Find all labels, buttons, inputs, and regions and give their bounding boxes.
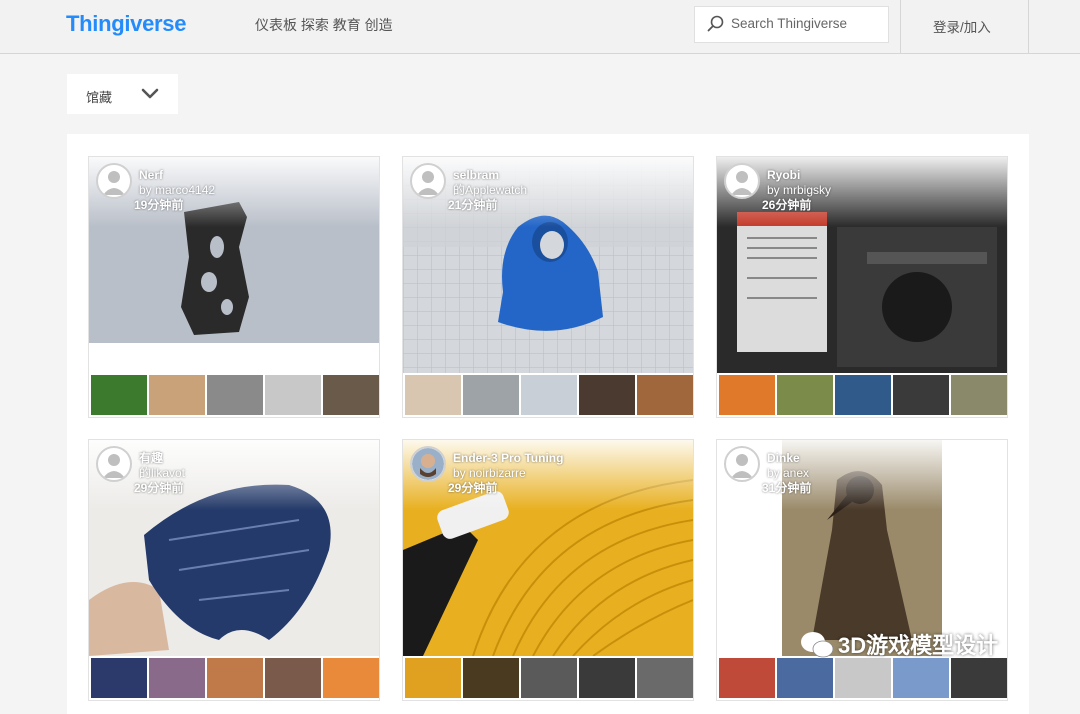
wechat-icon xyxy=(801,632,834,658)
collection-time: 29分钟前 xyxy=(134,481,184,495)
thumbnail[interactable] xyxy=(719,375,775,415)
thumbnail[interactable] xyxy=(323,375,379,415)
thumbnail[interactable] xyxy=(91,658,147,698)
header-divider xyxy=(1028,0,1029,53)
thumbnail[interactable] xyxy=(637,375,693,415)
search-icon xyxy=(707,15,724,32)
collection-meta: Ryobi by mrbigsky 26分钟前 xyxy=(762,168,831,213)
main-nav[interactable]: 仪表板 探索 教育 创造 xyxy=(255,15,393,35)
collection-card[interactable]: Ryobi by mrbigsky 26分钟前 xyxy=(716,156,1008,418)
collection-owner[interactable]: by anex xyxy=(767,466,811,481)
thumbnail[interactable] xyxy=(893,375,949,415)
collection-meta: Dinke by anex 31分钟前 xyxy=(762,451,811,496)
collection-owner[interactable]: by noirbizarre xyxy=(453,466,563,481)
collection-card[interactable]: Ender-3 Pro Tuning by noirbizarre 29分钟前 xyxy=(402,439,694,701)
collection-time: 21分钟前 xyxy=(448,198,498,212)
collection-meta: Nerf by marco4142 19分钟前 xyxy=(134,168,215,213)
collection-title[interactable]: 有趣 xyxy=(139,451,185,466)
collection-title[interactable]: Ender-3 Pro Tuning xyxy=(453,451,563,466)
collection-time: 26分钟前 xyxy=(762,198,812,212)
thumbnail[interactable] xyxy=(405,375,461,415)
collection-owner[interactable]: by marco4142 xyxy=(139,183,215,198)
thumbnail[interactable] xyxy=(265,658,321,698)
thumbnail[interactable] xyxy=(893,658,949,698)
collection-card[interactable]: Dinke by anex 31分钟前 xyxy=(716,439,1008,701)
user-avatar[interactable] xyxy=(96,446,132,482)
collection-title[interactable]: Nerf xyxy=(139,168,215,183)
thumbnail[interactable] xyxy=(207,658,263,698)
collection-meta: selbram 的Applewatch 21分钟前 xyxy=(448,168,527,213)
watermark-text: 3D游戏模型设计 xyxy=(838,633,999,658)
thumbnail[interactable] xyxy=(637,658,693,698)
thumbnail[interactable] xyxy=(579,375,635,415)
header-divider xyxy=(900,0,901,53)
collection-meta: Ender-3 Pro Tuning by noirbizarre 29分钟前 xyxy=(448,451,563,496)
collection-title[interactable]: Dinke xyxy=(767,451,811,466)
collections-grid: Nerf by marco4142 19分钟前 selbram 的Applewa… xyxy=(67,134,1029,714)
collection-time: 29分钟前 xyxy=(448,481,498,495)
thumbnail[interactable] xyxy=(777,658,833,698)
login-join-link[interactable]: 登录/加入 xyxy=(933,16,991,36)
collection-card[interactable]: Nerf by marco4142 19分钟前 xyxy=(88,156,380,418)
user-avatar[interactable] xyxy=(724,163,760,199)
thumbnail[interactable] xyxy=(207,375,263,415)
collection-meta: 有趣 的likavot 29分钟前 xyxy=(134,451,185,496)
thumbnail-strip xyxy=(404,375,693,417)
collection-main-image[interactable] xyxy=(717,157,1007,373)
collection-owner[interactable]: 的likavot xyxy=(139,466,185,481)
thumbnail[interactable] xyxy=(951,375,1007,415)
user-avatar[interactable] xyxy=(410,163,446,199)
collection-time: 19分钟前 xyxy=(134,198,184,212)
collection-owner[interactable]: by mrbigsky xyxy=(767,183,831,198)
search-box[interactable] xyxy=(694,6,889,43)
collection-title[interactable]: selbram xyxy=(453,168,527,183)
collection-filter-dropdown[interactable]: 馆藏 xyxy=(67,74,178,114)
thumbnail[interactable] xyxy=(835,658,891,698)
thumbnail-strip xyxy=(90,375,379,417)
watermark: 3D游戏模型设计 xyxy=(800,628,998,660)
user-avatar[interactable] xyxy=(410,446,446,482)
thumbnail[interactable] xyxy=(149,375,205,415)
user-avatar[interactable] xyxy=(724,446,760,482)
dropdown-label: 馆藏 xyxy=(86,90,113,105)
collection-main-image[interactable] xyxy=(403,157,693,373)
chevron-down-icon xyxy=(141,88,159,99)
collection-main-image[interactable] xyxy=(89,440,379,656)
top-header: Thingiverse 仪表板 探索 教育 创造 登录/加入 xyxy=(0,0,1080,54)
user-avatar[interactable] xyxy=(96,163,132,199)
thumbnail[interactable] xyxy=(323,658,379,698)
thumbnail[interactable] xyxy=(405,658,461,698)
thumbnail[interactable] xyxy=(521,375,577,415)
thumbnail[interactable] xyxy=(463,658,519,698)
search-input[interactable] xyxy=(731,16,881,31)
thumbnail[interactable] xyxy=(149,658,205,698)
collection-card[interactable]: 有趣 的likavot 29分钟前 xyxy=(88,439,380,701)
thumbnail[interactable] xyxy=(521,658,577,698)
thumbnail[interactable] xyxy=(951,658,1007,698)
collection-main-image[interactable] xyxy=(89,157,379,373)
thumbnail[interactable] xyxy=(835,375,891,415)
thumbnail[interactable] xyxy=(463,375,519,415)
collection-time: 31分钟前 xyxy=(762,481,812,495)
collection-owner[interactable]: 的Applewatch xyxy=(453,183,527,198)
thingiverse-logo[interactable]: Thingiverse xyxy=(66,11,186,37)
thumbnail[interactable] xyxy=(91,375,147,415)
thumbnail[interactable] xyxy=(265,375,321,415)
thumbnail[interactable] xyxy=(579,658,635,698)
thumbnail[interactable] xyxy=(777,375,833,415)
collection-title[interactable]: Ryobi xyxy=(767,168,831,183)
collection-card[interactable]: selbram 的Applewatch 21分钟前 xyxy=(402,156,694,418)
collection-main-image[interactable] xyxy=(717,440,1007,656)
thumbnail-strip xyxy=(718,375,1007,417)
thumbnail[interactable] xyxy=(719,658,775,698)
